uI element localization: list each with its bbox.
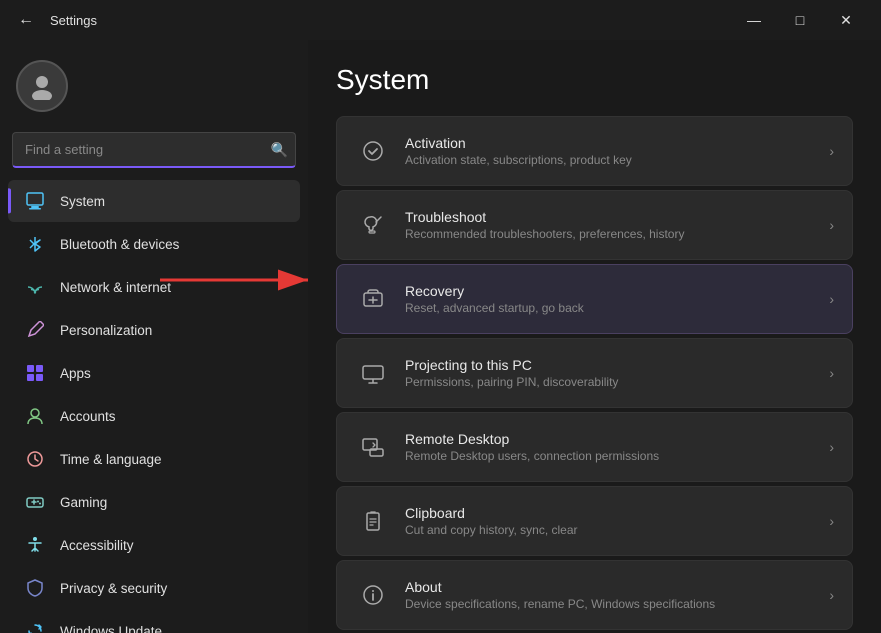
recovery-subtitle: Reset, advanced startup, go back: [405, 301, 821, 315]
title-bar-left: ← Settings: [12, 6, 97, 34]
activation-subtitle: Activation state, subscriptions, product…: [405, 153, 821, 167]
sidebar-nav: System Bluetooth & devices Network & int…: [0, 180, 308, 633]
card-projecting[interactable]: Projecting to this PC Permissions, pairi…: [336, 338, 853, 408]
troubleshoot-title: Troubleshoot: [405, 209, 821, 225]
clipboard-chevron: ›: [829, 513, 834, 529]
remote-desktop-title: Remote Desktop: [405, 431, 821, 447]
activation-title: Activation: [405, 135, 821, 151]
troubleshoot-icon: [355, 207, 391, 243]
accounts-icon: [24, 405, 46, 427]
projecting-chevron: ›: [829, 365, 834, 381]
sidebar-item-label-personalization: Personalization: [60, 323, 152, 338]
app-title: Settings: [50, 13, 97, 28]
bluetooth-icon: [24, 233, 46, 255]
sidebar: 🔍 System Bluetooth & devices Network & i…: [0, 40, 308, 633]
window-controls: — □ ✕: [731, 4, 869, 36]
sidebar-item-accessibility[interactable]: Accessibility: [8, 524, 300, 566]
sidebar-item-label-apps: Apps: [60, 366, 91, 381]
sidebar-item-label-privacy: Privacy & security: [60, 581, 167, 596]
time-icon: [24, 448, 46, 470]
about-chevron: ›: [829, 587, 834, 603]
clipboard-subtitle: Cut and copy history, sync, clear: [405, 523, 821, 537]
sidebar-item-bluetooth[interactable]: Bluetooth & devices: [8, 223, 300, 265]
sidebar-item-gaming[interactable]: Gaming: [8, 481, 300, 523]
app-body: 🔍 System Bluetooth & devices Network & i…: [0, 40, 881, 633]
about-icon: [355, 577, 391, 613]
sidebar-item-update[interactable]: Windows Update: [8, 610, 300, 633]
remote-desktop-icon: [355, 429, 391, 465]
maximize-button[interactable]: □: [777, 4, 823, 36]
update-icon: [24, 620, 46, 633]
remote-desktop-chevron: ›: [829, 439, 834, 455]
close-button[interactable]: ✕: [823, 4, 869, 36]
sidebar-item-label-system: System: [60, 194, 105, 209]
sidebar-item-privacy[interactable]: Privacy & security: [8, 567, 300, 609]
activation-chevron: ›: [829, 143, 834, 159]
activation-icon: [355, 133, 391, 169]
search-box: 🔍: [12, 132, 296, 168]
sidebar-item-apps[interactable]: Apps: [8, 352, 300, 394]
minimize-button[interactable]: —: [731, 4, 777, 36]
sidebar-item-label-accounts: Accounts: [60, 409, 116, 424]
card-activation[interactable]: Activation Activation state, subscriptio…: [336, 116, 853, 186]
personalization-icon: [24, 319, 46, 341]
card-troubleshoot[interactable]: Troubleshoot Recommended troubleshooters…: [336, 190, 853, 260]
search-input[interactable]: [12, 132, 296, 168]
card-remote-desktop[interactable]: Remote Desktop Remote Desktop users, con…: [336, 412, 853, 482]
card-clipboard[interactable]: Clipboard Cut and copy history, sync, cl…: [336, 486, 853, 556]
main-content: System Activation Activation state, subs…: [308, 40, 881, 633]
page-title: System: [336, 64, 853, 96]
sidebar-item-label-network: Network & internet: [60, 280, 171, 295]
maximize-icon: □: [796, 12, 804, 28]
back-icon: ←: [18, 11, 34, 29]
clipboard-icon: [355, 503, 391, 539]
troubleshoot-subtitle: Recommended troubleshooters, preferences…: [405, 227, 821, 241]
avatar: [16, 60, 68, 112]
network-icon: [24, 276, 46, 298]
projecting-title: Projecting to this PC: [405, 357, 821, 373]
projecting-icon: [355, 355, 391, 391]
card-about[interactable]: About Device specifications, rename PC, …: [336, 560, 853, 630]
user-profile[interactable]: [0, 48, 308, 132]
sidebar-item-system[interactable]: System: [8, 180, 300, 222]
recovery-icon: [355, 281, 391, 317]
sidebar-item-personalization[interactable]: Personalization: [8, 309, 300, 351]
system-icon: [24, 190, 46, 212]
sidebar-item-time[interactable]: Time & language: [8, 438, 300, 480]
sidebar-item-label-gaming: Gaming: [60, 495, 107, 510]
card-recovery[interactable]: Recovery Reset, advanced startup, go bac…: [336, 264, 853, 334]
minimize-icon: —: [747, 12, 761, 28]
accessibility-icon: [24, 534, 46, 556]
sidebar-item-label-accessibility: Accessibility: [60, 538, 134, 553]
back-button[interactable]: ←: [12, 6, 40, 34]
sidebar-item-network[interactable]: Network & internet: [8, 266, 300, 308]
projecting-subtitle: Permissions, pairing PIN, discoverabilit…: [405, 375, 821, 389]
clipboard-title: Clipboard: [405, 505, 821, 521]
about-subtitle: Device specifications, rename PC, Window…: [405, 597, 821, 611]
recovery-chevron: ›: [829, 291, 834, 307]
title-bar: ← Settings — □ ✕: [0, 0, 881, 40]
sidebar-item-label-update: Windows Update: [60, 624, 162, 633]
privacy-icon: [24, 577, 46, 599]
apps-icon: [24, 362, 46, 384]
cards-container: Activation Activation state, subscriptio…: [336, 116, 853, 630]
about-title: About: [405, 579, 821, 595]
recovery-title: Recovery: [405, 283, 821, 299]
sidebar-item-label-time: Time & language: [60, 452, 162, 467]
sidebar-item-accounts[interactable]: Accounts: [8, 395, 300, 437]
remote-desktop-subtitle: Remote Desktop users, connection permiss…: [405, 449, 821, 463]
search-icon: 🔍: [271, 142, 288, 159]
close-icon: ✕: [840, 12, 852, 29]
troubleshoot-chevron: ›: [829, 217, 834, 233]
sidebar-item-label-bluetooth: Bluetooth & devices: [60, 237, 179, 252]
gaming-icon: [24, 491, 46, 513]
